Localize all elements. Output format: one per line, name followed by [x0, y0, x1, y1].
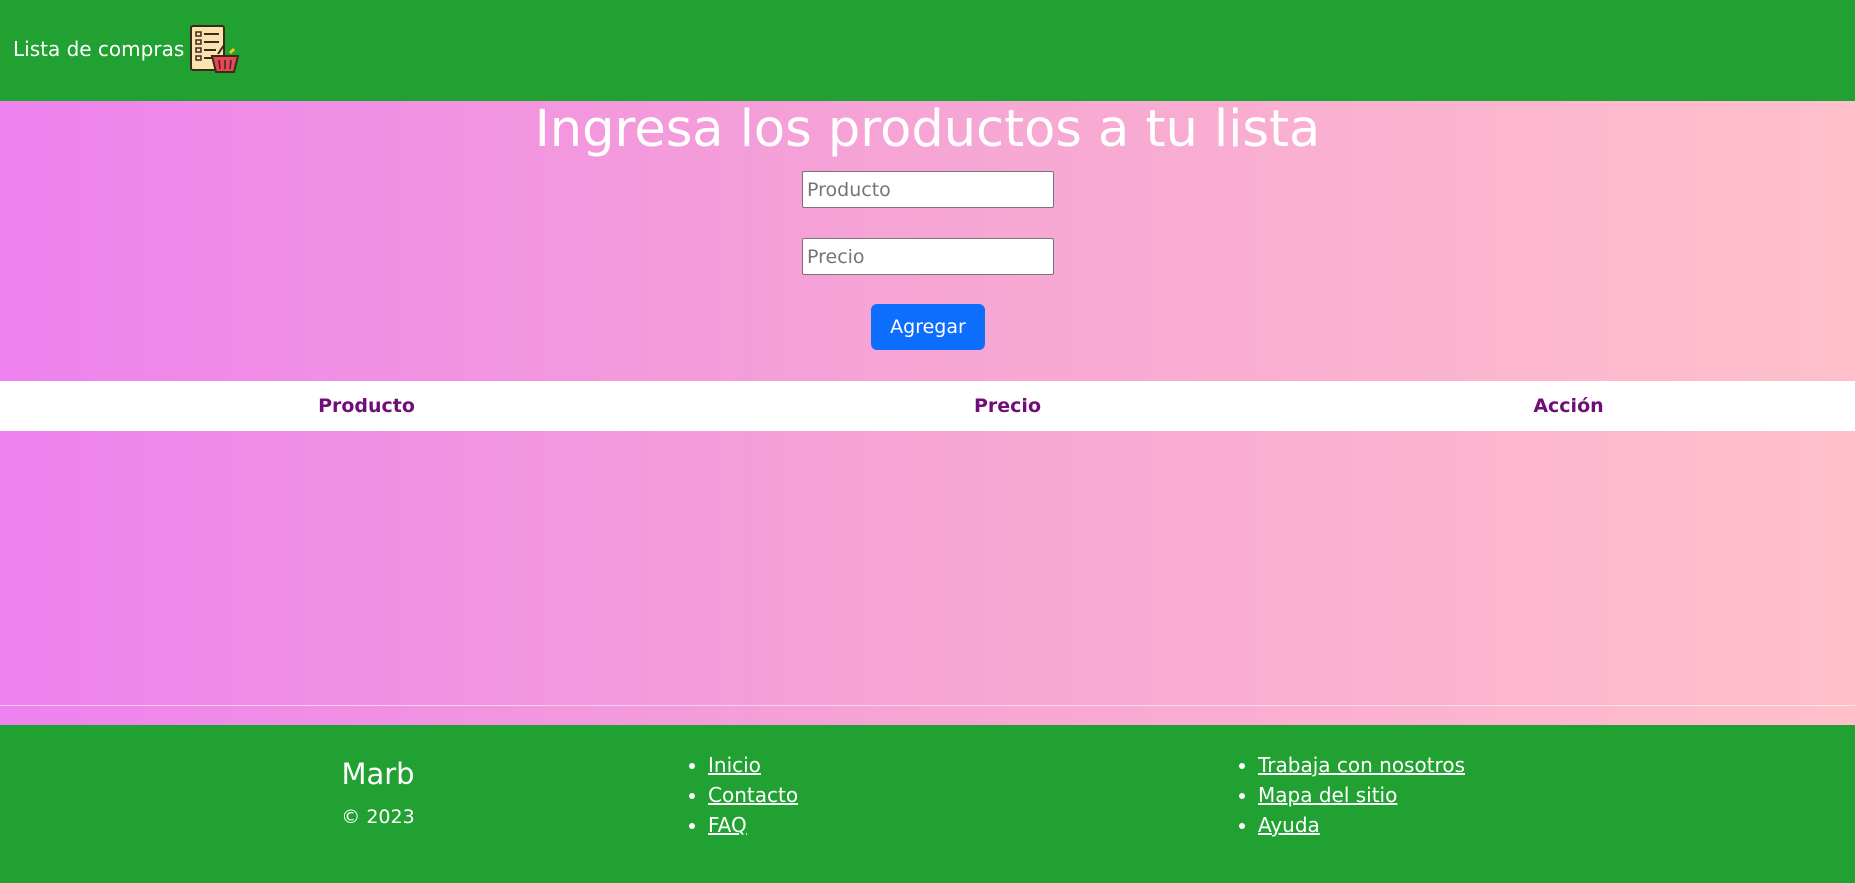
navbar: Lista de compras: [0, 0, 1855, 101]
footer-link-contacto[interactable]: Contacto: [708, 783, 798, 807]
table-header-row: Producto Precio Acción: [0, 381, 1855, 431]
shopping-list-basket-icon: [188, 23, 240, 75]
divider: [0, 705, 1855, 706]
footer-links-secondary: Trabaja con nosotros Mapa del sitio Ayud…: [1258, 750, 1465, 840]
footer: Marb © 2023 Inicio Contacto FAQ Trabaja …: [0, 725, 1855, 883]
footer-links-primary: Inicio Contacto FAQ: [708, 750, 798, 840]
list-item: FAQ: [708, 810, 798, 840]
list-item: Trabaja con nosotros: [1258, 750, 1465, 780]
price-input[interactable]: [802, 238, 1054, 275]
page-title: Ingresa los productos a tu lista: [534, 100, 1321, 159]
brand-link[interactable]: Lista de compras: [13, 23, 240, 75]
product-input[interactable]: [802, 171, 1054, 208]
add-button[interactable]: Agregar: [871, 304, 985, 350]
brand-label: Lista de compras: [13, 37, 185, 61]
column-header-producto: Producto: [318, 395, 415, 417]
column-header-precio: Precio: [973, 395, 1041, 417]
footer-copyright: © 2023: [341, 806, 415, 828]
footer-link-inicio[interactable]: Inicio: [708, 753, 761, 777]
list-item: Mapa del sitio: [1258, 780, 1465, 810]
footer-brand-name: Marb: [341, 757, 415, 791]
footer-link-trabaja[interactable]: Trabaja con nosotros: [1258, 753, 1465, 777]
footer-link-mapa[interactable]: Mapa del sitio: [1258, 783, 1397, 807]
footer-link-ayuda[interactable]: Ayuda: [1258, 813, 1320, 837]
column-header-accion: Acción: [1533, 395, 1604, 417]
footer-link-faq[interactable]: FAQ: [708, 813, 747, 837]
list-item: Ayuda: [1258, 810, 1465, 840]
list-item: Inicio: [708, 750, 798, 780]
list-item: Contacto: [708, 780, 798, 810]
